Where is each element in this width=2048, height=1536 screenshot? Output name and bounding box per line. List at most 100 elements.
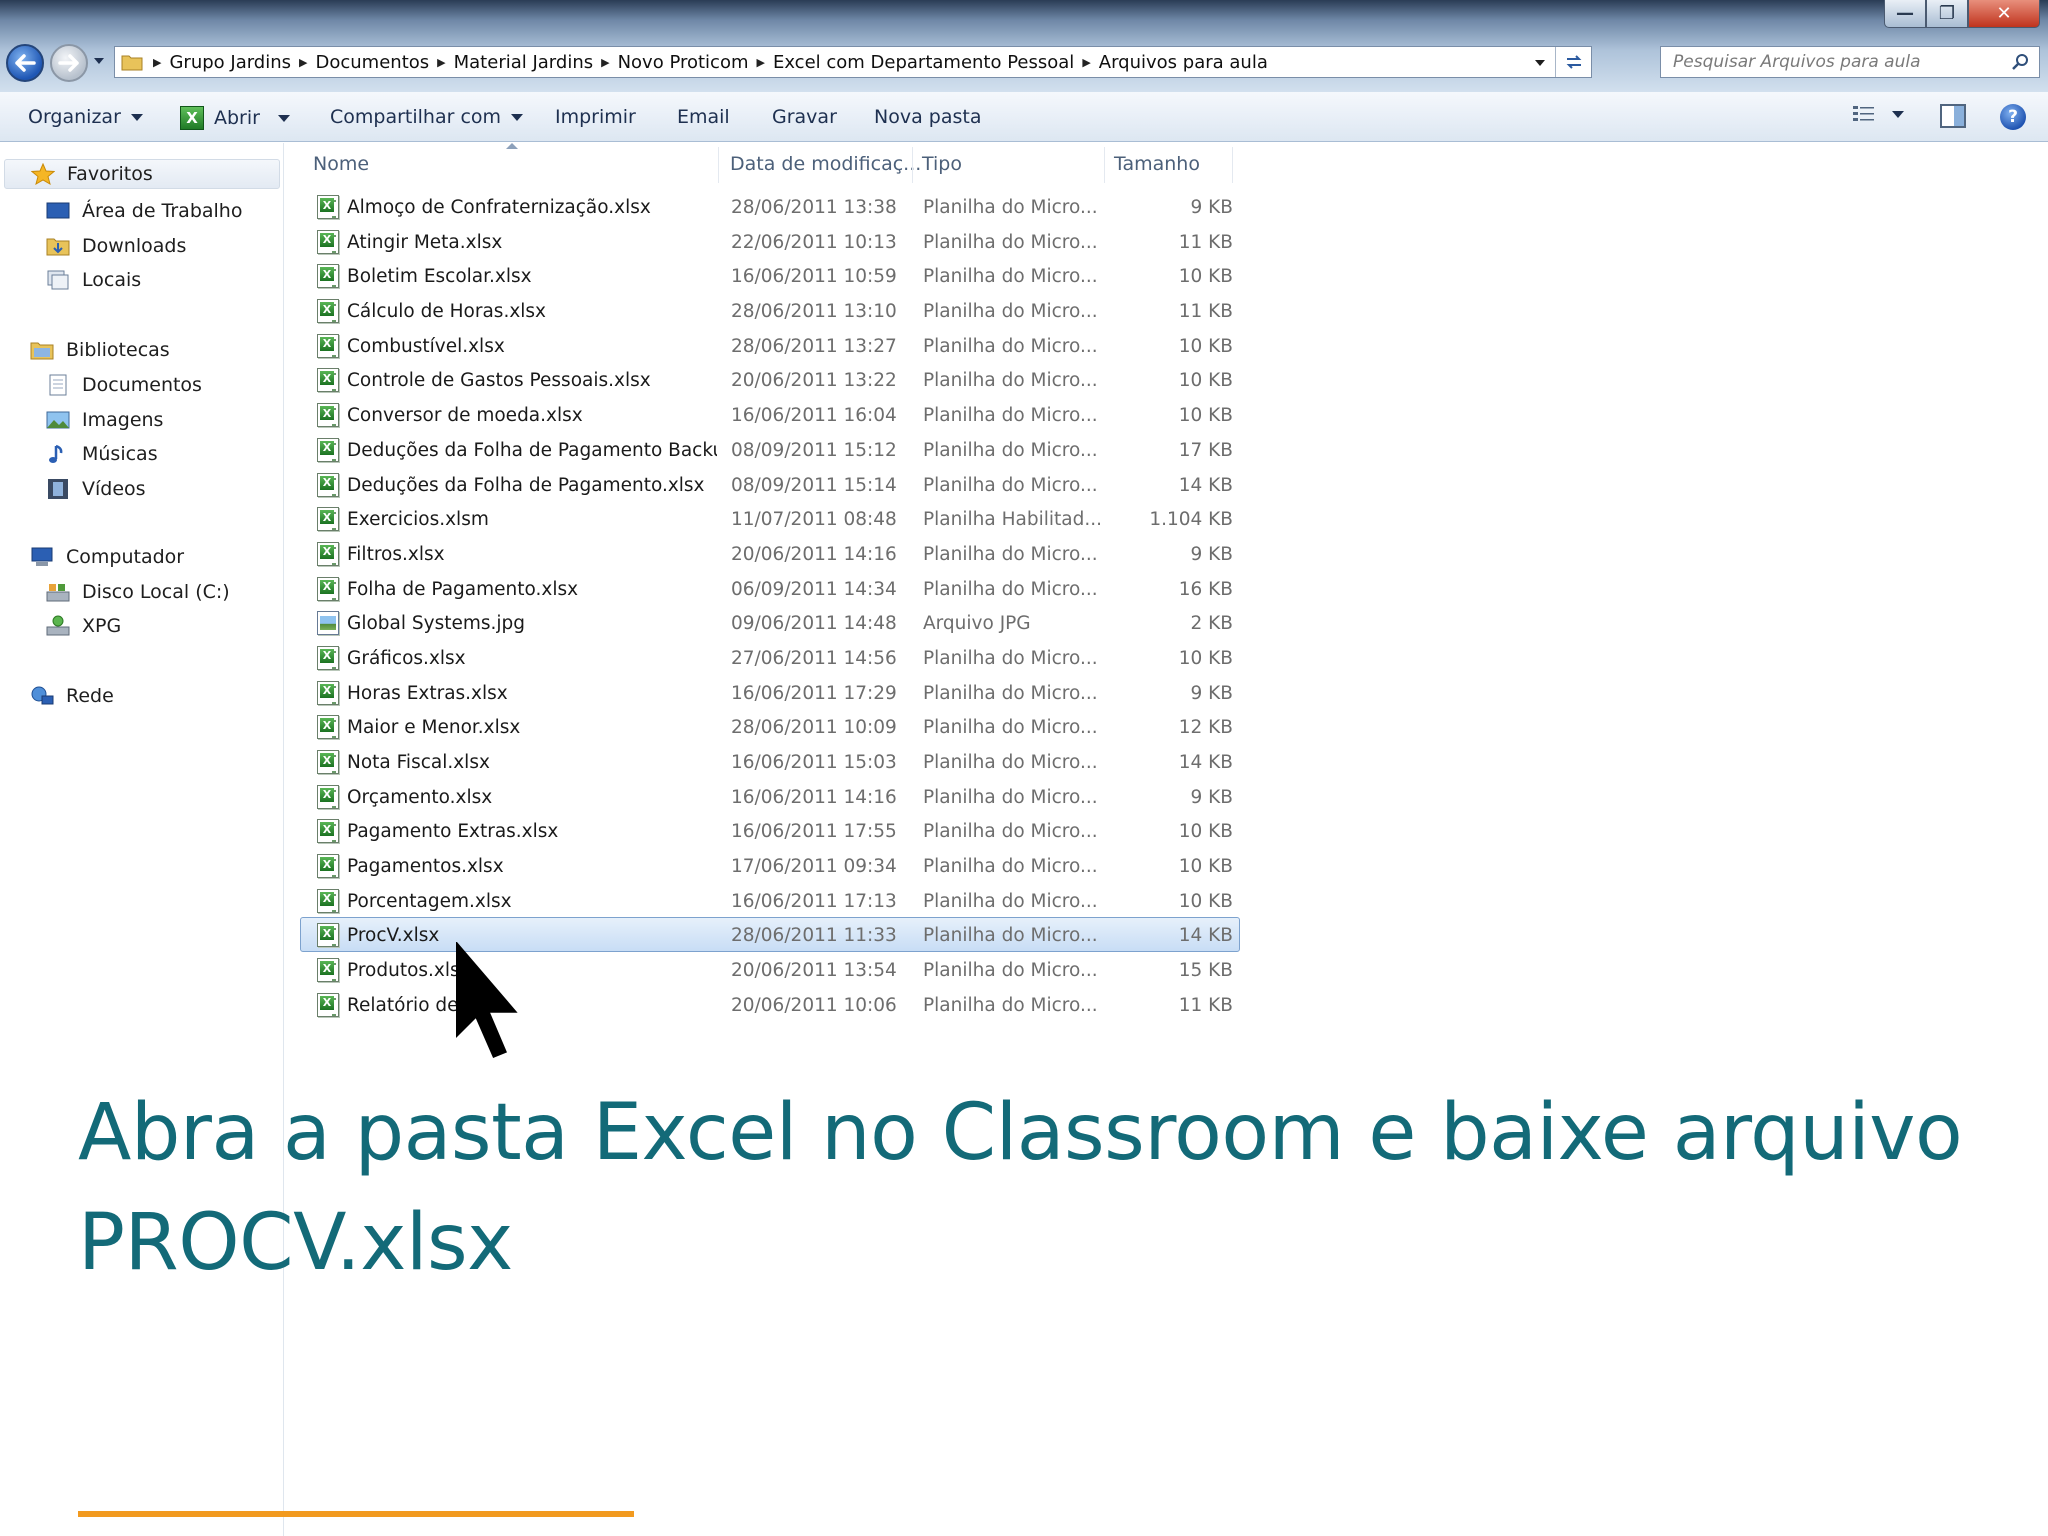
column-header-type[interactable]: Tipo [922,153,962,175]
new-folder-button[interactable]: Nova pasta [874,106,981,128]
nav-local-disk[interactable]: Disco Local (C:) [46,577,230,607]
file-row[interactable]: Cálculo de Horas.xlsx 28/06/2011 13:10 Pla… [300,293,1240,328]
breadcrumb-separator-icon[interactable]: ▶ [437,56,445,69]
breadcrumb-arquivos-para-aula[interactable]: Arquivos para aula [1091,52,1276,73]
file-row[interactable]: Maior e Menor.xlsx 28/06/2011 10:09 Planil… [300,709,1240,744]
file-row[interactable]: ProcV.xlsx 28/06/2011 11:33 Planilha do Mi… [300,917,1240,953]
organize-button[interactable]: Organizar [28,106,143,128]
email-button[interactable]: Email [677,106,730,128]
nav-computer[interactable]: Computador [30,542,184,572]
breadcrumb-separator-icon[interactable]: ▶ [1082,56,1090,69]
column-divider[interactable] [912,147,913,183]
file-name: Orçamento.xlsx [347,786,493,808]
file-row[interactable]: Orçamento.xlsx 16/06/2011 14:16 Planilha d… [300,779,1240,814]
nav-downloads[interactable]: Downloads [46,231,186,261]
address-bar[interactable]: ▶ Grupo Jardins ▶ Documentos ▶ Material … [114,46,1592,78]
nav-desktop[interactable]: Área de Trabalho [46,196,242,226]
file-name: Deduções da Folha de Pagamento Backu... [347,439,717,461]
search-input[interactable] [1673,48,2003,76]
file-row[interactable]: Pagamento Extras.xlsx 16/06/2011 17:55 Pla… [300,813,1240,848]
breadcrumb-excel-departamento-pessoal[interactable]: Excel com Departamento Pessoal [765,52,1082,73]
nav-xpg[interactable]: XPG [46,611,121,641]
file-row[interactable]: Exercicios.xlsm 11/07/2011 08:48 Planilha … [300,501,1240,536]
file-size: 10 KB [1178,821,1233,843]
file-row[interactable]: Combustível.xlsx 28/06/2011 13:27 Planilha… [300,328,1240,363]
column-header-date[interactable]: Data de modificaç... [730,153,921,175]
refresh-button[interactable] [1555,47,1591,77]
network-globe-icon [31,686,54,705]
file-row[interactable]: Porcentagem.xlsx 16/06/2011 17:13 Planilha… [300,883,1240,918]
print-button[interactable]: Imprimir [555,106,636,128]
file-name: Filtros.xlsx [347,543,445,565]
file-row[interactable]: Gráficos.xlsx 27/06/2011 14:56 Planilha do… [300,640,1240,675]
file-type: Planilha do Micro... [923,266,1098,288]
file-row[interactable]: Nota Fiscal.xlsx 16/06/2011 15:03 Planilha… [300,744,1240,779]
minimize-button[interactable]: — [1884,0,1926,28]
nav-favorites[interactable]: Favoritos [4,159,280,189]
file-row[interactable]: Filtros.xlsx 20/06/2011 14:16 Planilha do … [300,536,1240,571]
breadcrumb-novo-proticom[interactable]: Novo Proticom [610,52,757,73]
file-row[interactable]: Pagamentos.xlsx 17/06/2011 09:34 Planilha … [300,848,1240,883]
column-divider[interactable] [1232,147,1233,183]
network-drive-icon [46,615,70,636]
file-size: 16 KB [1178,578,1233,600]
column-divider[interactable] [718,147,719,183]
nav-computer-label: Computador [66,546,185,568]
breadcrumb-separator-icon[interactable]: ▶ [299,56,307,69]
nav-videos-label: Vídeos [82,478,146,500]
preview-pane-icon[interactable] [1940,104,1966,128]
forward-button[interactable] [50,44,88,82]
column-header-size[interactable]: Tamanho [1114,153,1200,175]
view-options-button[interactable] [1852,104,1904,124]
open-button[interactable]: X Abrir [180,106,290,130]
search-icon[interactable] [2011,53,2029,71]
file-date: 28/06/2011 13:10 [731,301,897,323]
file-row[interactable]: Produtos.xlsx 20/06/2011 13:54 Planilha do… [300,952,1240,987]
breadcrumb-documentos[interactable]: Documentos [308,52,438,73]
file-row[interactable]: Almoço de Confraternização.xlsx 28/06/201… [300,189,1240,224]
nav-network[interactable]: Rede [30,681,114,711]
file-row[interactable]: Relatório de ...x 20/06/2011 10:06 Planilh… [300,987,1240,1022]
nav-libraries-label: Bibliotecas [66,339,170,361]
nav-documents[interactable]: Documentos [46,370,202,400]
search-box[interactable] [1660,46,2040,78]
help-button[interactable]: ? [2000,104,2026,130]
file-row[interactable]: Controle de Gastos Pessoais.xlsx 20/06/20… [300,362,1240,397]
file-date: 22/06/2011 10:13 [731,231,897,253]
share-label: Compartilhar com [330,106,502,128]
file-row[interactable]: Conversor de moeda.xlsx 16/06/2011 16:04 P… [300,397,1240,432]
file-row[interactable]: Deduções da Folha de Pagamento.xlsx 08/09… [300,467,1240,502]
back-button[interactable] [6,44,44,82]
file-name: Global Systems.jpg [347,613,526,635]
excel-file-icon [317,750,339,774]
nav-videos[interactable]: Vídeos [46,474,146,504]
share-button[interactable]: Compartilhar com [330,106,524,128]
column-header-name[interactable]: Nome [313,153,369,175]
maximize-button[interactable]: ❐ [1926,0,1968,28]
breadcrumb-separator-icon[interactable]: ▶ [601,56,609,69]
nav-images[interactable]: Imagens [46,405,163,435]
breadcrumb-separator-icon[interactable]: ▶ [757,56,765,69]
file-row[interactable]: Global Systems.jpg 09/06/2011 14:48 Arquiv… [300,605,1240,640]
file-date: 16/06/2011 17:13 [731,890,897,912]
nav-places[interactable]: Locais [46,265,141,295]
nav-music[interactable]: Músicas [46,439,158,469]
file-row[interactable]: Atingir Meta.xlsx 22/06/2011 10:13 Planilh… [300,224,1240,259]
breadcrumb-material-jardins[interactable]: Material Jardins [446,52,601,73]
breadcrumb-grupo-jardins[interactable]: Grupo Jardins [161,52,299,73]
chevron-down-icon[interactable] [277,114,290,122]
file-row[interactable]: Boletim Escolar.xlsx 16/06/2011 10:59 Plan… [300,258,1240,293]
film-strip-icon [48,479,68,499]
file-type: Planilha do Micro... [923,925,1098,947]
column-divider[interactable] [1104,147,1105,183]
file-row[interactable]: Folha de Pagamento.xlsx 06/09/2011 14:34 P… [300,571,1240,606]
address-dropdown-icon[interactable] [1533,58,1547,68]
history-dropdown-icon[interactable] [92,56,106,66]
file-row[interactable]: Deduções da Folha de Pagamento Backu... 0… [300,432,1240,467]
close-button[interactable]: ✕ [1968,0,2040,28]
folder-icon [121,55,143,71]
nav-libraries[interactable]: Bibliotecas [30,335,170,365]
file-row[interactable]: Horas Extras.xlsx 16/06/2011 17:29 Planilh… [300,675,1240,710]
nav-music-label: Músicas [82,443,158,465]
burn-button[interactable]: Gravar [772,106,837,128]
